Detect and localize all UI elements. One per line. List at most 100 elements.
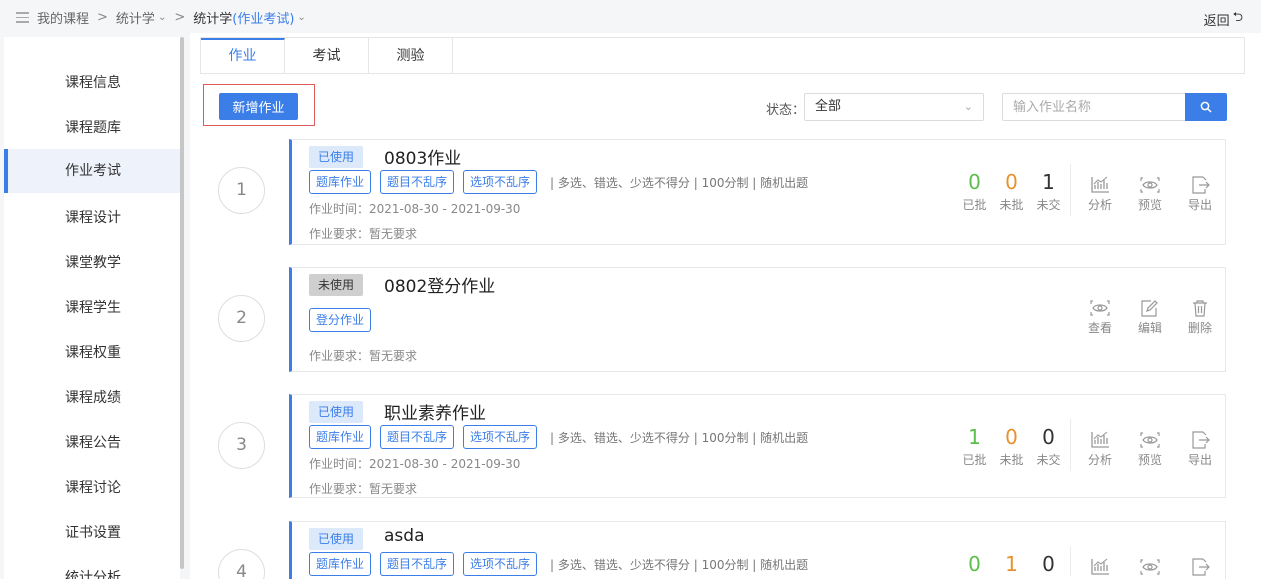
back-label: 返回 bbox=[1203, 13, 1230, 29]
sidebar-item-course-design[interactable]: 课程设计 bbox=[4, 196, 180, 240]
sidebar-item-students[interactable]: 课程学生 bbox=[4, 286, 180, 330]
analyze-button[interactable]: 分析 bbox=[1080, 431, 1120, 468]
assignment-title[interactable]: 0803作业 bbox=[384, 144, 461, 169]
analyze-button[interactable]: 分析 bbox=[1080, 176, 1120, 213]
return-arrow-icon: ⮌ bbox=[1232, 10, 1243, 25]
stat-unsubmitted[interactable]: 0 bbox=[1030, 552, 1067, 576]
export-button[interactable] bbox=[1180, 558, 1220, 576]
stat-graded[interactable]: 0 已批 bbox=[956, 170, 993, 213]
sidebar-item-label: 统计分析 bbox=[65, 570, 121, 579]
chevron-down-icon[interactable]: ⌄ bbox=[158, 12, 166, 23]
tag-list: 题库作业 题目不乱序 选项不乱序 | 多选、错选、少选不得分 | 100分制 |… bbox=[309, 425, 808, 449]
sidebar-item-question-bank[interactable]: 课程题库 bbox=[4, 106, 180, 150]
preview-button[interactable]: 预览 bbox=[1130, 431, 1170, 468]
stat-unsubmitted[interactable]: 0 未交 bbox=[1030, 425, 1067, 468]
delete-button[interactable]: 删除 bbox=[1180, 299, 1220, 336]
stat-ungraded[interactable]: 0 未批 bbox=[993, 425, 1030, 468]
sidebar-item-course-info[interactable]: 课程信息 bbox=[4, 61, 180, 105]
sidebar-item-homework-exam[interactable]: 作业考试 bbox=[4, 149, 180, 193]
preview-button[interactable] bbox=[1130, 558, 1170, 576]
sidebar-item-weights[interactable]: 课程权重 bbox=[4, 331, 180, 375]
eye-icon bbox=[1090, 300, 1110, 316]
chart-icon bbox=[1091, 176, 1109, 193]
breadcrumb-course[interactable]: 统计学 bbox=[116, 8, 155, 27]
sidebar-item-label: 课程公告 bbox=[65, 435, 121, 451]
analyze-label: 分析 bbox=[1087, 198, 1112, 212]
view-button[interactable]: 查看 bbox=[1080, 299, 1120, 336]
assignment-card[interactable]: 已使用 0803作业 题库作业 题目不乱序 选项不乱序 | 多选、错选、少选不得… bbox=[289, 139, 1226, 245]
assignment-number: 3 bbox=[218, 422, 265, 469]
divider bbox=[1070, 546, 1071, 576]
tag-question-order: 题目不乱序 bbox=[380, 170, 455, 194]
assignment-title[interactable]: 0802登分作业 bbox=[384, 272, 495, 297]
tag-list: 登分作业 bbox=[309, 308, 380, 332]
scoring-rules: | 多选、错选、少选不得分 | 100分制 | 随机出题 bbox=[550, 175, 809, 190]
breadcrumb: 我的课程 > 统计学 ⌄ > 统计学 (作业考试) ⌄ bbox=[16, 8, 306, 27]
chevron-down-icon[interactable]: ⌄ bbox=[297, 12, 305, 23]
assignment-time: 作业时间：2021-08-30 - 2021-09-30 bbox=[309, 457, 521, 471]
ungraded-count: 0 bbox=[1005, 425, 1018, 449]
sidebar-item-announcements[interactable]: 课程公告 bbox=[4, 421, 180, 465]
graded-label: 已批 bbox=[962, 198, 987, 212]
export-icon bbox=[1192, 558, 1210, 576]
tag-option-order: 选项不乱序 bbox=[463, 170, 538, 194]
stat-unsubmitted[interactable]: 1 未交 bbox=[1030, 170, 1067, 213]
submission-stats: 0 已批 0 未批 1 未交 bbox=[956, 170, 1067, 213]
add-homework-button[interactable]: 新增作业 bbox=[219, 93, 298, 120]
analyze-button[interactable] bbox=[1080, 558, 1120, 576]
assignment-title[interactable]: asda bbox=[384, 526, 424, 546]
assignment-requirement: 作业要求：暂无要求 bbox=[309, 349, 418, 363]
analyze-label: 分析 bbox=[1087, 453, 1112, 467]
view-label: 查看 bbox=[1087, 321, 1112, 335]
assignment-title[interactable]: 职业素养作业 bbox=[384, 399, 486, 424]
sidebar-item-classroom-teaching[interactable]: 课堂教学 bbox=[4, 241, 180, 285]
divider bbox=[1070, 164, 1071, 216]
assignment-card[interactable]: 已使用 职业素养作业 题库作业 题目不乱序 选项不乱序 | 多选、错选、少选不得… bbox=[289, 394, 1226, 498]
sidebar-item-discussion[interactable]: 课程讨论 bbox=[4, 466, 180, 510]
menu-icon[interactable] bbox=[16, 12, 29, 23]
sidebar-item-statistics[interactable]: 统计分析 bbox=[4, 556, 180, 579]
preview-label: 预览 bbox=[1137, 198, 1162, 212]
tag-bank-homework: 题库作业 bbox=[309, 552, 372, 576]
breadcrumb-root[interactable]: 我的课程 bbox=[37, 8, 89, 27]
ungraded-label: 未批 bbox=[999, 453, 1024, 467]
breadcrumb-separator: > bbox=[174, 10, 186, 25]
submission-stats: 0 1 0 bbox=[956, 552, 1067, 576]
stat-ungraded[interactable]: 1 bbox=[993, 552, 1030, 576]
export-button[interactable]: 导出 bbox=[1180, 431, 1220, 468]
tag-list: 题库作业 题目不乱序 选项不乱序 | 多选、错选、少选不得分 | 100分制 |… bbox=[309, 170, 808, 194]
tab-homework[interactable]: 作业 bbox=[201, 38, 285, 74]
assignment-requirement: 作业要求：暂无要求 bbox=[309, 482, 418, 496]
stat-graded[interactable]: 0 bbox=[956, 552, 993, 576]
search-button[interactable] bbox=[1185, 93, 1227, 121]
sidebar-item-certificate[interactable]: 证书设置 bbox=[4, 511, 180, 555]
tag-score-entry: 登分作业 bbox=[309, 308, 372, 332]
unsubmitted-label: 未交 bbox=[1036, 453, 1061, 467]
stat-graded[interactable]: 1 已批 bbox=[956, 425, 993, 468]
stat-ungraded[interactable]: 0 未批 bbox=[993, 170, 1030, 213]
breadcrumb-page[interactable]: 统计学 bbox=[193, 8, 232, 27]
assignment-card[interactable]: 未使用 0802登分作业 登分作业 作业要求：暂无要求 查看 编辑 删除 bbox=[289, 267, 1226, 372]
search-input[interactable] bbox=[1002, 93, 1186, 121]
back-button[interactable]: 返回 ⮌ bbox=[1204, 8, 1243, 30]
export-button[interactable]: 导出 bbox=[1180, 176, 1220, 213]
status-filter-select[interactable]: 全部 ⌄ bbox=[804, 93, 984, 121]
tag-option-order: 选项不乱序 bbox=[463, 425, 538, 449]
ungraded-count: 0 bbox=[1005, 170, 1018, 194]
status-badge: 已使用 bbox=[309, 401, 364, 423]
delete-label: 删除 bbox=[1187, 321, 1212, 335]
eye-icon bbox=[1140, 432, 1160, 448]
search-icon bbox=[1200, 101, 1212, 113]
tab-exam[interactable]: 考试 bbox=[285, 38, 369, 74]
sidebar-item-grades[interactable]: 课程成绩 bbox=[4, 376, 180, 420]
sidebar-item-label: 课程设计 bbox=[65, 210, 121, 226]
export-label: 导出 bbox=[1187, 453, 1212, 467]
breadcrumb-page-suffix[interactable]: (作业考试) bbox=[232, 8, 294, 27]
sidebar-scrollbar[interactable] bbox=[180, 37, 184, 569]
assignment-card[interactable]: 已使用 asda 题库作业 题目不乱序 选项不乱序 | 多选、错选、少选不得分 … bbox=[289, 521, 1226, 579]
edit-button[interactable]: 编辑 bbox=[1130, 299, 1170, 336]
tab-quiz[interactable]: 测验 bbox=[369, 38, 453, 74]
sidebar-item-label: 课程学生 bbox=[65, 300, 121, 316]
preview-button[interactable]: 预览 bbox=[1130, 176, 1170, 213]
status-badge: 已使用 bbox=[309, 146, 364, 168]
